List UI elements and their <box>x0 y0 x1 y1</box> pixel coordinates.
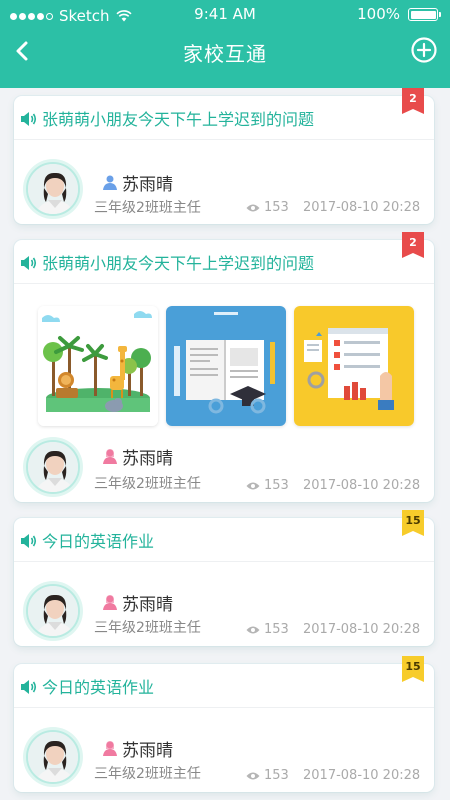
speaker-icon <box>21 680 37 694</box>
view-count: 153 <box>246 622 289 637</box>
education-book-illustration-image[interactable] <box>166 306 286 426</box>
tutorial-illustration-image[interactable] <box>294 306 414 426</box>
post-card[interactable]: 张萌萌小朋友今天下午上学迟到的问题 2 苏雨晴 三年级2班班主任 153 201… <box>14 232 434 502</box>
author-name: 苏雨晴 <box>122 595 173 615</box>
plus-circle-icon <box>411 37 437 63</box>
author-role: 三年级2班班主任 <box>94 766 201 782</box>
view-count-value: 153 <box>264 478 289 493</box>
post-date: 2017-08-10 20:28 <box>303 768 421 783</box>
battery-percentage: 100% <box>357 5 400 23</box>
post-title-row: 今日的英语作业 15 <box>14 656 434 708</box>
status-bar: Sketch 9:41 AM 100% <box>0 0 450 28</box>
avatar <box>26 440 80 494</box>
speaker-icon <box>21 112 37 126</box>
add-post-button[interactable] <box>410 36 438 64</box>
post-card[interactable]: 今日的英语作业 15 苏雨晴 三年级2班班主任 153 2017-08-10 2… <box>14 510 434 646</box>
view-count-value: 153 <box>264 622 289 637</box>
unread-badge: 2 <box>402 232 424 258</box>
author-role: 三年级2班班主任 <box>94 620 201 636</box>
view-count: 153 <box>246 768 289 783</box>
post-title-row: 今日的英语作业 15 <box>14 510 434 562</box>
view-count-value: 153 <box>264 768 289 783</box>
post-card[interactable]: 张萌萌小朋友今天下午上学迟到的问题 2 苏雨晴 三年级2班班主任 153 201… <box>14 88 434 224</box>
post-date: 2017-08-10 20:28 <box>303 622 421 637</box>
post-title: 今日的英语作业 <box>42 532 155 551</box>
post-title-row: 张萌萌小朋友今天下午上学迟到的问题 2 <box>14 88 434 140</box>
eye-icon <box>246 772 260 779</box>
badge-count: 2 <box>409 92 417 105</box>
battery-icon <box>408 8 441 21</box>
speaker-icon <box>21 256 37 270</box>
post-date: 2017-08-10 20:28 <box>303 200 421 215</box>
nav-bar: 家校互通 <box>0 28 450 88</box>
author-name: 苏雨晴 <box>122 741 173 761</box>
post-title: 张萌萌小朋友今天下午上学迟到的问题 <box>42 110 315 129</box>
view-count: 153 <box>246 200 289 215</box>
author-role: 三年级2班班主任 <box>94 200 201 216</box>
post-title: 张萌萌小朋友今天下午上学迟到的问题 <box>42 254 315 273</box>
post-card[interactable]: 今日的英语作业 15 苏雨晴 三年级2班班主任 153 2017-08-10 2… <box>14 656 434 792</box>
author-name: 苏雨晴 <box>122 449 173 469</box>
author-role: 三年级2班班主任 <box>94 476 201 492</box>
avatar <box>26 730 80 784</box>
zoo-illustration-image[interactable] <box>38 306 158 426</box>
page-title: 家校互通 <box>183 42 267 66</box>
badge-count: 15 <box>405 514 421 527</box>
avatar <box>26 162 80 216</box>
unread-badge: 2 <box>402 88 424 114</box>
badge-count: 2 <box>409 236 417 249</box>
eye-icon <box>246 482 260 489</box>
badge-count: 15 <box>405 660 421 673</box>
avatar <box>26 584 80 638</box>
female-user-icon <box>103 741 117 756</box>
eye-icon <box>246 626 260 633</box>
post-images <box>38 306 418 426</box>
eye-icon <box>246 204 260 211</box>
view-count: 153 <box>246 478 289 493</box>
speaker-icon <box>21 534 37 548</box>
unread-badge: 15 <box>402 656 424 682</box>
author-name: 苏雨晴 <box>122 175 173 195</box>
app-header: Sketch 9:41 AM 100% 家校互通 <box>0 0 450 88</box>
post-date: 2017-08-10 20:28 <box>303 478 421 493</box>
male-user-icon <box>103 175 117 190</box>
unread-badge: 15 <box>402 510 424 536</box>
post-title: 今日的英语作业 <box>42 678 155 697</box>
view-count-value: 153 <box>264 200 289 215</box>
female-user-icon <box>103 449 117 464</box>
female-user-icon <box>103 595 117 610</box>
post-title-row: 张萌萌小朋友今天下午上学迟到的问题 2 <box>14 232 434 284</box>
